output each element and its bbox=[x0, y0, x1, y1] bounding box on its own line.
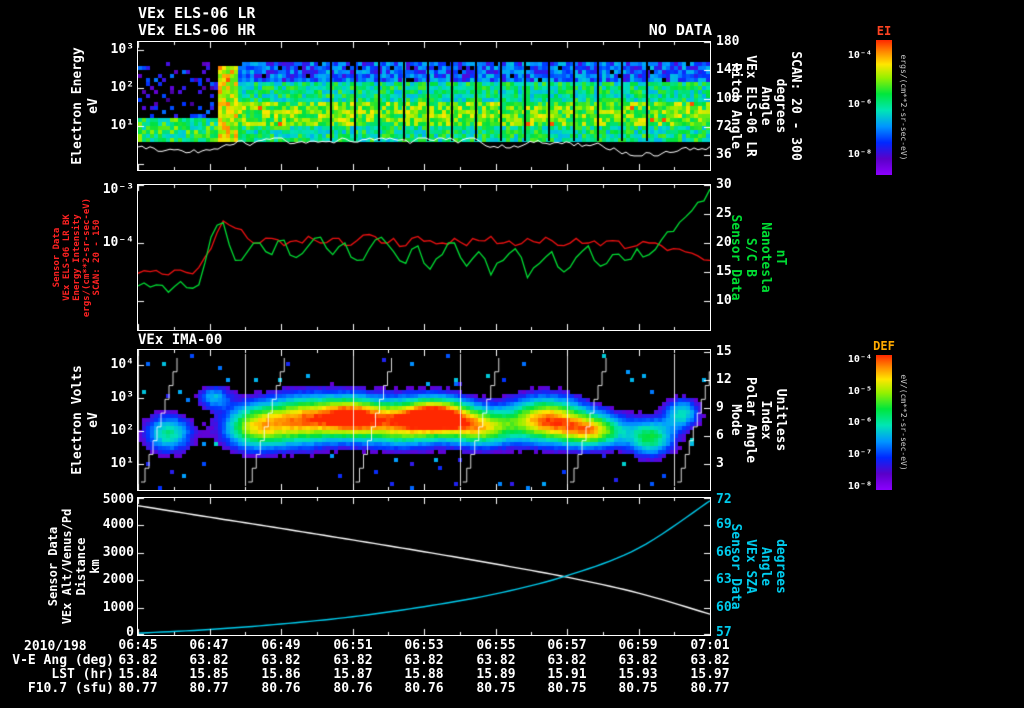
table-cell: 63.82 bbox=[118, 653, 158, 668]
def-colorbar-tick: 10⁻⁵ bbox=[847, 386, 872, 397]
ei-colorbar-title: EI bbox=[876, 24, 892, 38]
date-label: 2010/198 bbox=[24, 639, 87, 654]
table-cell: 80.75 bbox=[618, 681, 658, 696]
time-tick-label: 06:51 bbox=[333, 638, 373, 653]
table-cell: 15.84 bbox=[118, 667, 158, 682]
ephemeris-lineplot-canvas bbox=[137, 497, 711, 636]
table-cell: 63.82 bbox=[333, 653, 373, 668]
def-colorbar-tick: 10⁻⁶ bbox=[847, 417, 872, 428]
table-cell: 15.87 bbox=[333, 667, 373, 682]
els-y-axis-label: Electron Energy eV bbox=[70, 47, 101, 165]
table-cell: 63.82 bbox=[404, 653, 444, 668]
time-tick-label: 06:45 bbox=[118, 638, 158, 653]
table-cell: 63.82 bbox=[690, 653, 730, 668]
table-row-label: LST (hr) bbox=[51, 667, 114, 682]
els-spectrogram-canvas bbox=[137, 41, 711, 171]
table-cell: 15.91 bbox=[547, 667, 587, 682]
plot-title-line1: VEx ELS-06 LR bbox=[138, 4, 256, 22]
table-cell: 80.76 bbox=[261, 681, 301, 696]
time-tick-label: 07:01 bbox=[690, 638, 730, 653]
ephem-right-axis-label: degrees Angle VEx SZA Sensor Data bbox=[728, 523, 788, 610]
ei-colorbar-tick: 10⁻⁶ bbox=[847, 99, 872, 110]
bfield-right-axis-label: nT Nanotesla S/C B Sensor Data bbox=[728, 214, 788, 301]
ima-panel-title: VEx IMA-00 bbox=[138, 332, 223, 348]
ei-colorbar-unit: ergs/(cm**2-sr-sec-eV) bbox=[899, 54, 908, 161]
bfield-lineplot-canvas bbox=[137, 184, 711, 331]
plot-title-line2: VEx ELS-06 HR bbox=[138, 21, 256, 39]
def-colorbar bbox=[876, 355, 892, 490]
table-cell: 80.76 bbox=[404, 681, 444, 696]
def-colorbar-tick: 10⁻⁷ bbox=[847, 449, 872, 460]
bfield-y-axis-label: Sensor Data VEx ELS-06 LR BK Energy Intens… bbox=[52, 197, 102, 318]
table-cell: 15.89 bbox=[476, 667, 516, 682]
table-row-label: F10.7 (sfu) bbox=[27, 681, 114, 696]
table-cell: 15.97 bbox=[690, 667, 730, 682]
time-tick-label: 06:55 bbox=[476, 638, 516, 653]
table-cell: 15.86 bbox=[261, 667, 301, 682]
ephem-y-axis-label: Sensor Data VEx Alt/Venus/Pd Distance km bbox=[46, 508, 102, 625]
ima-spectrogram-canvas bbox=[137, 349, 711, 491]
ei-colorbar-tick: 10⁻⁸ bbox=[847, 149, 872, 160]
table-cell: 80.76 bbox=[333, 681, 373, 696]
ima-y-axis-label: Electron Volts eV bbox=[70, 365, 101, 475]
table-cell: 80.75 bbox=[547, 681, 587, 696]
time-tick-label: 06:49 bbox=[261, 638, 301, 653]
table-cell: 63.82 bbox=[189, 653, 229, 668]
ei-colorbar bbox=[876, 40, 892, 175]
table-cell: 63.82 bbox=[547, 653, 587, 668]
time-tick-label: 06:47 bbox=[189, 638, 229, 653]
def-colorbar-tick: 10⁻⁸ bbox=[847, 481, 872, 492]
no-data-label: NO DATA bbox=[648, 21, 712, 39]
table-cell: 80.77 bbox=[189, 681, 229, 696]
table-cell: 63.82 bbox=[476, 653, 516, 668]
def-colorbar-title: DEF bbox=[873, 339, 895, 353]
table-cell: 80.77 bbox=[690, 681, 730, 696]
time-tick-label: 06:53 bbox=[404, 638, 444, 653]
els-right-axis-label: SCAN: 20 - 300 degrees Angle VEx ELS-06 LR P… bbox=[728, 51, 803, 161]
table-cell: 15.85 bbox=[189, 667, 229, 682]
time-tick-label: 06:57 bbox=[547, 638, 587, 653]
table-cell: 80.77 bbox=[118, 681, 158, 696]
def-colorbar-tick: 10⁻⁴ bbox=[847, 354, 872, 365]
time-tick-label: 06:59 bbox=[618, 638, 658, 653]
table-cell: 15.88 bbox=[404, 667, 444, 682]
table-cell: 63.82 bbox=[618, 653, 658, 668]
table-cell: 63.82 bbox=[261, 653, 301, 668]
table-row-label: V-E Ang (deg) bbox=[12, 653, 114, 668]
def-colorbar-unit: eV/(cm**2-sr-sec-eV) bbox=[899, 374, 908, 471]
table-cell: 80.75 bbox=[476, 681, 516, 696]
ima-right-axis-label: Unitless Index Polar Angle Mode bbox=[728, 376, 788, 464]
table-cell: 15.93 bbox=[618, 667, 658, 682]
vex-aspera-quicklook-plot: VEx ELS-06 LR VEx ELS-06 HR NO DATA 10³ … bbox=[0, 0, 1024, 708]
ei-colorbar-tick: 10⁻⁴ bbox=[847, 50, 872, 61]
